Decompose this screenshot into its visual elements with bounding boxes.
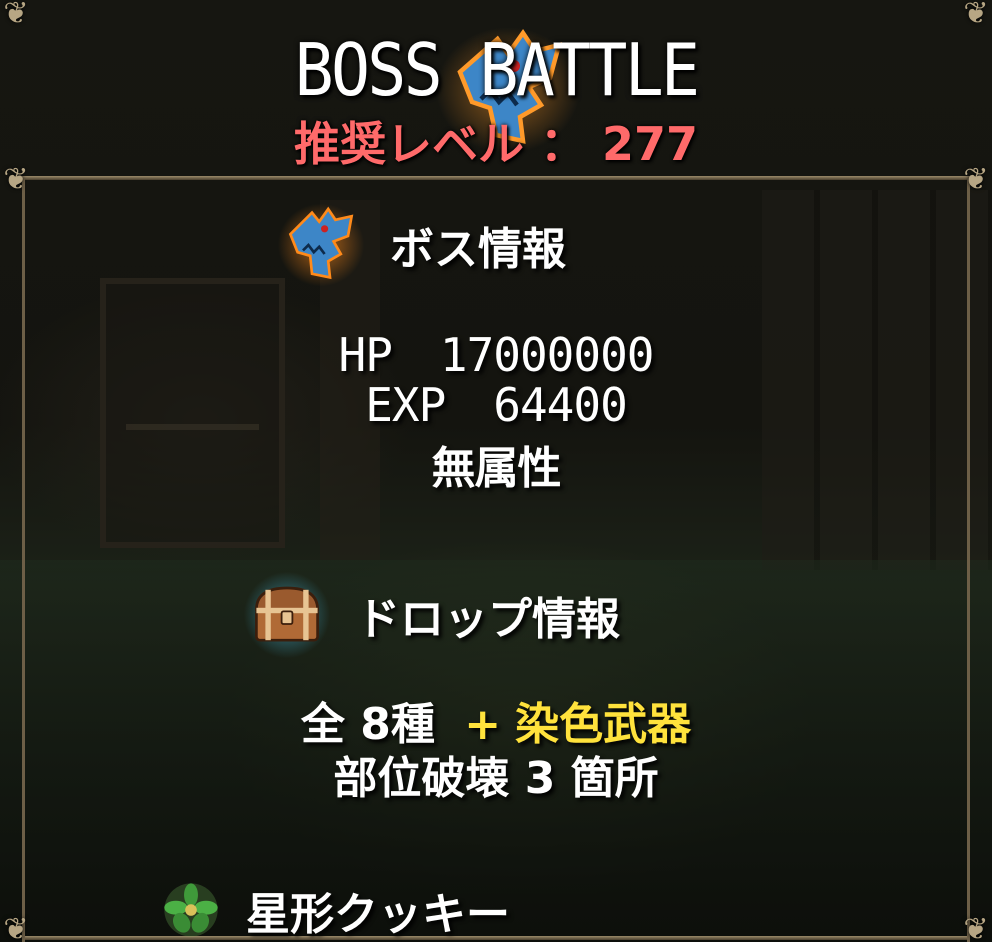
- part-break-label: 部位破壊: [333, 753, 510, 804]
- corner-ornament-icon: ❦: [3, 912, 29, 942]
- boss-exp: EXP 64400: [0, 378, 992, 432]
- boss-info-heading: ボス情報: [390, 224, 566, 275]
- hp-label: HP: [338, 328, 393, 382]
- part-break-info: 部位破壊 3 箇所: [0, 742, 992, 806]
- part-break-count: 3: [524, 753, 556, 804]
- shark-head-icon: [276, 200, 366, 290]
- exp-label: EXP: [365, 378, 446, 432]
- page-title: BOSS BATTLE: [294, 28, 700, 112]
- exp-value: 64400: [493, 378, 627, 432]
- panel-frame-right: [967, 178, 970, 942]
- recommended-level-value: 277: [602, 117, 699, 171]
- corner-ornament-icon: ❦: [963, 0, 989, 31]
- item-label: 星形クッキー: [246, 889, 510, 940]
- corner-ornament-icon: ❦: [3, 0, 29, 31]
- corner-ornament-icon: ❦: [963, 912, 989, 942]
- part-break-suffix: 箇所: [570, 753, 659, 804]
- drop-info-heading: ドロップ情報: [356, 594, 620, 645]
- drop-info-header: ドロップ情報: [242, 570, 620, 660]
- recommended-level: 推奨レベル ： 277: [0, 108, 992, 174]
- panel-frame-top: [22, 176, 970, 180]
- recommended-level-label: 推奨レベル: [293, 117, 524, 171]
- boss-battle-screen: ❦ ❦ ❦ ❦ ❦ ❦ BOSS BATTLE 推奨レベル ： 277 ボス情報…: [0, 0, 992, 942]
- recommended-level-separator: ：: [539, 117, 586, 171]
- panel-frame-left: [22, 178, 25, 942]
- boss-attribute: 無属性: [431, 443, 562, 494]
- treasure-chest-icon: [242, 570, 332, 660]
- leaf-cluster-icon: [162, 881, 220, 939]
- boss-hp: HP 17000000: [0, 328, 992, 382]
- list-item: 星形クッキー: [162, 878, 510, 942]
- hp-value: 17000000: [439, 328, 655, 382]
- boss-info-header: ボス情報: [276, 200, 566, 290]
